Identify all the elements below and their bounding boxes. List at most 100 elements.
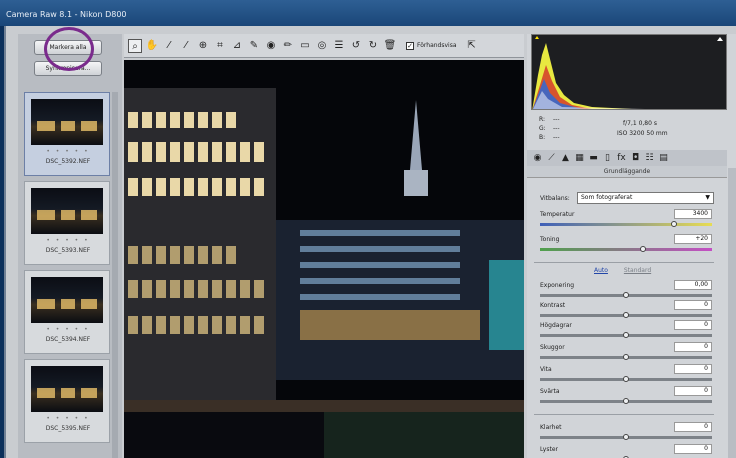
snapshots-tab-icon[interactable]: ▤ — [657, 152, 670, 164]
r-value: --- — [553, 116, 560, 123]
default-link[interactable]: Standard — [624, 267, 651, 274]
clarity-label: Klarhet — [540, 424, 562, 431]
crop-tool-icon[interactable]: ⌗ — [213, 39, 227, 53]
adjustment-brush-icon[interactable]: ✏ — [281, 39, 295, 53]
preview-checkbox[interactable]: ✓ Förhandsvisa — [406, 41, 457, 50]
b-label: B: — [539, 134, 546, 141]
contrast-slider-handle[interactable] — [623, 312, 629, 318]
exif-info: R: --- G: --- B: --- f/7,1 0,80 s ISO 32… — [531, 114, 727, 148]
exposure-slider-handle[interactable] — [623, 292, 629, 298]
thumbnail[interactable]: • • • • • DSC_5394.NEF — [24, 270, 110, 354]
highlights-value-field[interactable]: 0 — [674, 320, 712, 330]
blacks-label: Svärta — [540, 388, 560, 395]
color-sampler-icon[interactable]: ⁄ — [179, 39, 193, 53]
rating-stars[interactable]: • • • • • — [25, 148, 111, 155]
highlights-slider-handle[interactable] — [623, 332, 629, 338]
thumbnail-filename: DSC_5392.NEF — [45, 158, 91, 165]
thumbnail-filename: DSC_5394.NEF — [45, 336, 91, 343]
iso-lens: ISO 3200 50 mm — [617, 130, 668, 137]
red-eye-icon[interactable]: ◉ — [264, 39, 278, 53]
clarity-value-field[interactable]: 0 — [674, 422, 712, 432]
night-cityscape-image — [124, 60, 524, 458]
zoom-tool-icon[interactable]: ⌕ — [128, 38, 142, 53]
temperature-label: Temperatur — [540, 211, 575, 218]
blacks-slider-handle[interactable] — [623, 398, 629, 404]
thumbnail-list: • • • • • DSC_5392.NEF • • • • • DSC_5393.N… — [24, 92, 110, 458]
hand-tool-icon[interactable]: ✋ — [145, 39, 159, 53]
window-title: Camera Raw 8.1 - Nikon D800 — [6, 10, 127, 19]
rating-stars[interactable]: • • • • • — [25, 326, 111, 333]
radial-filter-icon[interactable]: ◎ — [315, 39, 329, 53]
whites-label: Vita — [540, 366, 552, 373]
white-balance-select[interactable]: Som fotograferat ▼ — [577, 192, 714, 204]
thumbnail[interactable]: • • • • • DSC_5392.NEF — [24, 92, 110, 176]
lens-corrections-tab-icon[interactable]: ▯ — [601, 152, 614, 164]
blacks-value-field[interactable]: 0 — [674, 386, 712, 396]
shadows-slider-handle[interactable] — [623, 354, 629, 360]
contrast-value-field[interactable]: 0 — [674, 300, 712, 310]
vibrance-value-field[interactable]: 0 — [674, 444, 712, 454]
trash-icon[interactable]: 🗑 — [383, 39, 397, 53]
thumbnail[interactable]: • • • • • DSC_5393.NEF — [24, 181, 110, 265]
thumbnail[interactable]: • • • • • DSC_5395.NEF — [24, 359, 110, 443]
spot-removal-icon[interactable]: ✎ — [247, 39, 261, 53]
highlights-label: Högdagrar — [540, 322, 572, 329]
thumbnail-filename: DSC_5393.NEF — [45, 247, 91, 254]
checkmark-icon: ✓ — [406, 41, 414, 50]
whites-value-field[interactable]: 0 — [674, 364, 712, 374]
white-balance-tool-icon[interactable]: ⁄ — [162, 39, 176, 53]
aperture-shutter: f/7,1 0,80 s — [623, 120, 657, 127]
presets-tab-icon[interactable]: ☷ — [643, 152, 656, 164]
split-toning-tab-icon[interactable]: ▬ — [587, 152, 600, 164]
photo-preview[interactable] — [124, 60, 524, 458]
basic-section-title: Grundläggande — [527, 166, 727, 178]
r-label: R: — [539, 116, 546, 123]
panel-scrollbar[interactable] — [728, 168, 736, 458]
rotate-cw-icon[interactable]: ↻ — [366, 39, 380, 53]
preview-label: Förhandsvisa — [417, 42, 457, 49]
straighten-tool-icon[interactable]: ⊿ — [230, 39, 244, 53]
basic-tab-icon[interactable]: ◉ — [531, 152, 544, 164]
thumbnail-image — [31, 188, 103, 234]
presets-icon[interactable]: ☰ — [332, 39, 346, 53]
temperature-slider[interactable] — [540, 223, 712, 226]
shadows-label: Skuggor — [540, 344, 565, 351]
rotate-ccw-icon[interactable]: ↺ — [349, 39, 363, 53]
thumbnail-image — [31, 277, 103, 323]
tint-label: Toning — [540, 236, 560, 243]
rating-stars[interactable]: • • • • • — [25, 237, 111, 244]
section-divider — [534, 414, 714, 415]
exposure-value-field[interactable]: 0,00 — [674, 280, 712, 290]
target-adjust-icon[interactable]: ⊕ — [196, 39, 210, 53]
thumbnail-filename: DSC_5395.NEF — [45, 425, 91, 432]
thumbnail-image — [31, 99, 103, 145]
window-title-bar: Camera Raw 8.1 - Nikon D800 — [0, 0, 736, 26]
temperature-value-field[interactable]: 3400 — [674, 209, 712, 219]
detail-tab-icon[interactable]: ▲ — [559, 152, 572, 164]
tint-value-field[interactable]: +20 — [674, 234, 712, 244]
tone-curve-tab-icon[interactable]: ⟋ — [545, 152, 558, 164]
effects-tab-icon[interactable]: fx — [615, 152, 628, 164]
whites-slider-handle[interactable] — [623, 376, 629, 382]
g-label: G: — [539, 125, 546, 132]
dropdown-arrow-icon: ▼ — [705, 194, 710, 201]
thumbnail-image — [31, 366, 103, 412]
white-balance-value: Som fotograferat — [581, 194, 633, 201]
graduated-filter-icon[interactable]: ▭ — [298, 39, 312, 53]
vibrance-label: Lyster — [540, 446, 558, 453]
tint-slider[interactable] — [540, 248, 712, 251]
hsl-tab-icon[interactable]: ▦ — [573, 152, 586, 164]
rating-stars[interactable]: • • • • • — [25, 415, 111, 422]
filmstrip-scrollbar[interactable] — [112, 92, 118, 458]
white-balance-label: Vitbalans: — [540, 195, 570, 202]
highlight-circle-annotation — [44, 27, 94, 71]
shadows-value-field[interactable]: 0 — [674, 342, 712, 352]
histogram — [531, 34, 727, 110]
section-divider — [534, 262, 714, 263]
fullscreen-icon[interactable]: ⇱ — [465, 39, 479, 53]
camera-calibration-tab-icon[interactable]: ◘ — [629, 152, 642, 164]
auto-link[interactable]: Auto — [594, 267, 608, 274]
panel-tabs: ◉ ⟋ ▲ ▦ ▬ ▯ fx ◘ ☷ ▤ — [527, 150, 727, 166]
clarity-slider-handle[interactable] — [623, 434, 629, 440]
toolbar: ⌕ ✋ ⁄ ⁄ ⊕ ⌗ ⊿ ✎ ◉ ✏ ▭ ◎ ☰ ↺ ↻ 🗑 ✓ Förhan… — [124, 34, 524, 58]
